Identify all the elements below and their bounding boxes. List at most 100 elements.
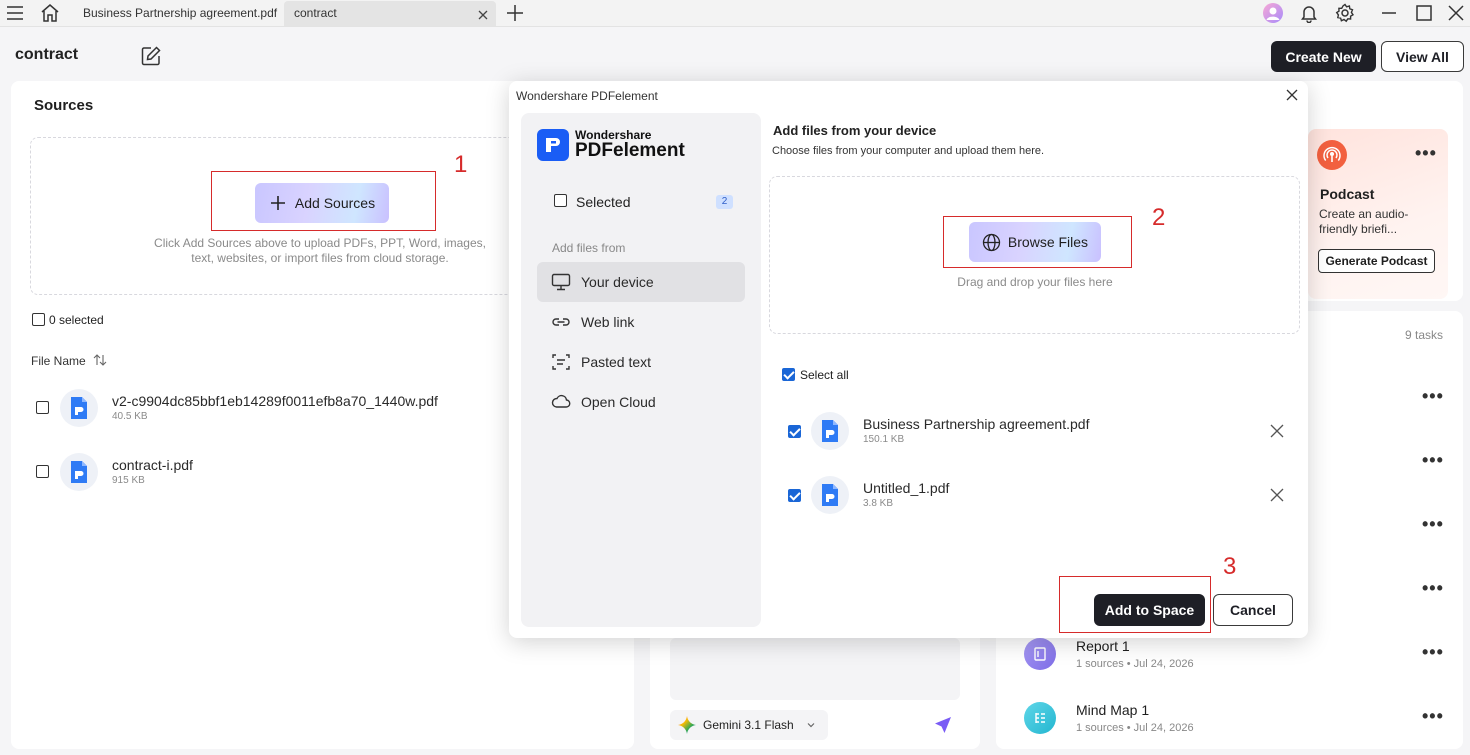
file-size: 150.1 KB xyxy=(863,434,905,445)
create-new-button[interactable]: Create New xyxy=(1271,41,1376,72)
cancel-label: Cancel xyxy=(1230,602,1276,618)
view-all-label: View All xyxy=(1396,48,1449,65)
gear-icon[interactable] xyxy=(1334,2,1356,24)
maximize-icon[interactable] xyxy=(1413,2,1435,24)
file-name: Untitled_1.pdf xyxy=(863,480,950,496)
selected-count: 0 selected xyxy=(49,313,104,327)
file-size: 3.8 KB xyxy=(863,498,894,509)
more-options-icon[interactable]: ••• xyxy=(1422,450,1444,471)
remove-file-icon[interactable] xyxy=(1270,488,1284,505)
task-title: Mind Map 1 xyxy=(1076,702,1150,718)
annotation-number-3: 3 xyxy=(1223,553,1237,580)
nav-web-link[interactable]: Web link xyxy=(537,302,745,342)
send-icon[interactable] xyxy=(934,716,952,737)
dialog-title: Wondershare PDFelement xyxy=(516,89,658,103)
close-icon[interactable] xyxy=(1286,89,1298,104)
link-icon xyxy=(552,318,570,326)
select-all-sources-checkbox[interactable] xyxy=(32,313,45,326)
drag-drop-hint: Drag and drop your files here xyxy=(957,275,1113,289)
file-name-header-label: File Name xyxy=(31,354,86,368)
file-name-header[interactable]: File Name xyxy=(31,354,107,368)
sources-title: Sources xyxy=(34,97,94,114)
model-selector[interactable]: Gemini 3.1 Flash xyxy=(670,710,828,740)
pdf-file-icon xyxy=(811,412,849,450)
title-bar: Business Partnership agreement.pdf contr… xyxy=(0,0,1470,27)
bell-icon[interactable] xyxy=(1298,2,1320,24)
nav-open-cloud[interactable]: Open Cloud xyxy=(537,382,745,422)
task-meta: 1 sources • Jul 24, 2026 xyxy=(1076,722,1194,734)
generate-podcast-button[interactable]: Generate Podcast xyxy=(1318,249,1435,273)
selected-checkbox[interactable] xyxy=(554,194,567,207)
nav-pasted-text[interactable]: Pasted text xyxy=(537,342,745,382)
menu-icon[interactable] xyxy=(4,2,26,24)
selected-label: Selected xyxy=(576,194,631,210)
podcast-card[interactable]: ••• Podcast Create an audio-friendly bri… xyxy=(1308,129,1448,299)
annotation-number-1: 1 xyxy=(454,151,468,178)
pdf-file-icon xyxy=(811,476,849,514)
file-size: 40.5 KB xyxy=(112,411,148,422)
select-all-checkbox[interactable] xyxy=(782,368,795,381)
report-icon xyxy=(1024,638,1056,670)
generate-podcast-label: Generate Podcast xyxy=(1325,254,1428,268)
annotation-box-3 xyxy=(1059,576,1211,633)
view-all-button[interactable]: View All xyxy=(1381,41,1464,72)
more-options-icon[interactable]: ••• xyxy=(1422,706,1444,727)
add-files-from-label: Add files from xyxy=(552,241,626,255)
file-checkbox[interactable] xyxy=(36,465,49,478)
file-name: contract-i.pdf xyxy=(112,457,193,473)
new-tab-icon[interactable] xyxy=(504,2,526,24)
mind-map-icon xyxy=(1024,702,1056,734)
nav-label: Your device xyxy=(581,274,654,290)
close-tab-icon[interactable] xyxy=(476,6,490,20)
selected-count-badge: 2 xyxy=(716,195,733,209)
tab-business-partnership[interactable]: Business Partnership agreement.pdf xyxy=(73,1,287,26)
avatar-icon[interactable] xyxy=(1262,2,1284,24)
monitor-icon xyxy=(551,273,571,291)
file-name: v2-c9904dc85bbf1eb14289f0011efb8a70_1440… xyxy=(112,393,438,409)
cancel-button[interactable]: Cancel xyxy=(1213,594,1293,626)
chevron-down-icon xyxy=(807,723,815,728)
edit-icon[interactable] xyxy=(140,45,162,67)
model-label: Gemini 3.1 Flash xyxy=(703,718,794,732)
chat-input[interactable] xyxy=(670,638,960,700)
dialog-heading: Add files from your device xyxy=(773,123,937,138)
text-scan-icon xyxy=(552,354,570,370)
task-title: Report 1 xyxy=(1076,638,1130,654)
remove-file-icon[interactable] xyxy=(1270,424,1284,441)
sources-hint: Click Add Sources above to upload PDFs, … xyxy=(154,236,486,265)
home-icon[interactable] xyxy=(39,2,61,24)
podcast-icon xyxy=(1317,140,1347,170)
podcast-title: Podcast xyxy=(1320,186,1375,202)
more-options-icon[interactable]: ••• xyxy=(1415,143,1437,164)
file-checkbox[interactable] xyxy=(36,401,49,414)
gemini-icon xyxy=(678,716,696,734)
more-options-icon[interactable]: ••• xyxy=(1422,642,1444,663)
nav-label: Pasted text xyxy=(581,354,652,370)
nav-your-device[interactable]: Your device xyxy=(537,262,745,302)
tab-label: contract xyxy=(294,6,337,20)
create-new-label: Create New xyxy=(1285,48,1362,65)
annotation-box-1 xyxy=(211,171,436,231)
dialog-subheading: Choose files from your computer and uplo… xyxy=(772,145,1045,157)
annotation-box-2 xyxy=(943,216,1132,268)
minimize-icon[interactable] xyxy=(1378,2,1400,24)
tasks-count: 9 tasks xyxy=(1405,328,1444,342)
more-options-icon[interactable]: ••• xyxy=(1422,514,1444,535)
more-options-icon[interactable]: ••• xyxy=(1422,386,1444,407)
page-title: contract xyxy=(15,46,79,63)
file-name: Business Partnership agreement.pdf xyxy=(863,416,1090,432)
more-options-icon[interactable]: ••• xyxy=(1422,578,1444,599)
cloud-icon xyxy=(551,394,571,408)
file-checkbox[interactable] xyxy=(788,425,801,438)
file-checkbox[interactable] xyxy=(788,489,801,502)
podcast-desc: Create an audio-friendly briefi... xyxy=(1319,207,1409,236)
select-all-label: Select all xyxy=(800,368,849,382)
pdf-file-icon xyxy=(60,453,98,491)
tab-contract[interactable]: contract xyxy=(284,1,496,26)
task-meta: 1 sources • Jul 24, 2026 xyxy=(1076,658,1194,670)
close-window-icon[interactable] xyxy=(1445,2,1467,24)
nav-label: Web link xyxy=(581,314,635,330)
sort-icon xyxy=(93,354,107,366)
dialog-sidebar: Wondershare PDFelement Selected 2 Add fi… xyxy=(521,113,761,627)
brand-bottom: PDFelement xyxy=(575,140,685,161)
